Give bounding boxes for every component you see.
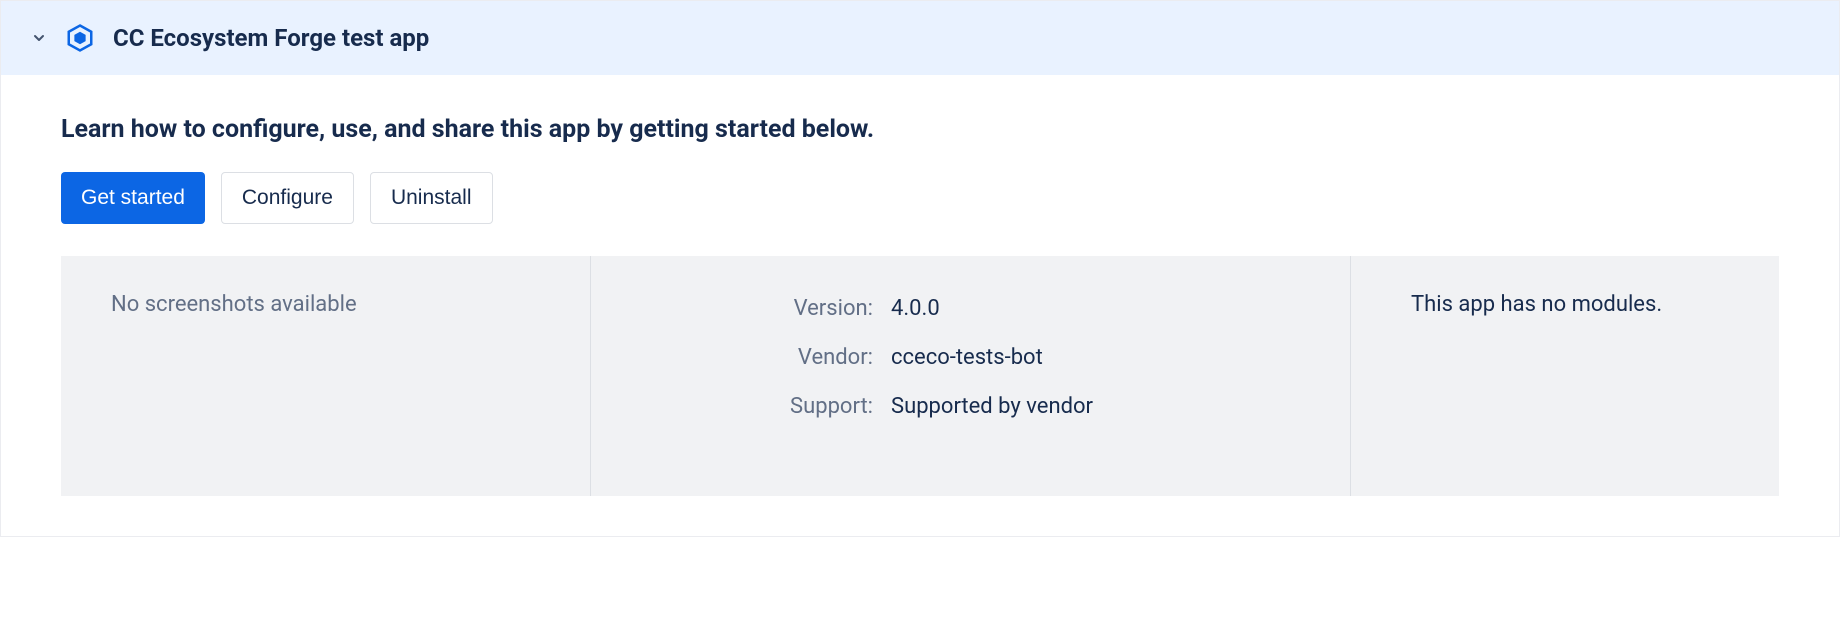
vendor-value: cceco-tests-bot	[891, 345, 1043, 370]
get-started-button[interactable]: Get started	[61, 172, 205, 224]
vendor-label: Vendor:	[641, 345, 891, 370]
app-title: CC Ecosystem Forge test app	[113, 24, 429, 52]
details-panel: No screenshots available Version: 4.0.0 …	[61, 256, 1779, 496]
details-column: Version: 4.0.0 Vendor: cceco-tests-bot S…	[591, 256, 1351, 496]
app-card: CC Ecosystem Forge test app Learn how to…	[0, 0, 1840, 537]
version-label: Version:	[641, 296, 891, 321]
button-row: Get started Configure Uninstall	[61, 172, 1779, 224]
modules-empty-text: This app has no modules.	[1411, 292, 1729, 317]
uninstall-button[interactable]: Uninstall	[370, 172, 493, 224]
screenshots-column: No screenshots available	[61, 256, 591, 496]
app-body: Learn how to configure, use, and share t…	[1, 75, 1839, 536]
vendor-row: Vendor: cceco-tests-bot	[641, 345, 1300, 370]
version-value: 4.0.0	[891, 296, 940, 321]
support-row: Support: Supported by vendor	[641, 394, 1300, 419]
app-header[interactable]: CC Ecosystem Forge test app	[1, 1, 1839, 75]
version-row: Version: 4.0.0	[641, 296, 1300, 321]
modules-column: This app has no modules.	[1351, 256, 1779, 496]
configure-button[interactable]: Configure	[221, 172, 354, 224]
intro-text: Learn how to configure, use, and share t…	[61, 115, 1779, 144]
screenshots-empty-text: No screenshots available	[111, 292, 540, 317]
support-label: Support:	[641, 394, 891, 419]
app-icon	[65, 23, 95, 53]
chevron-down-icon[interactable]	[31, 30, 47, 46]
support-value: Supported by vendor	[891, 394, 1093, 419]
